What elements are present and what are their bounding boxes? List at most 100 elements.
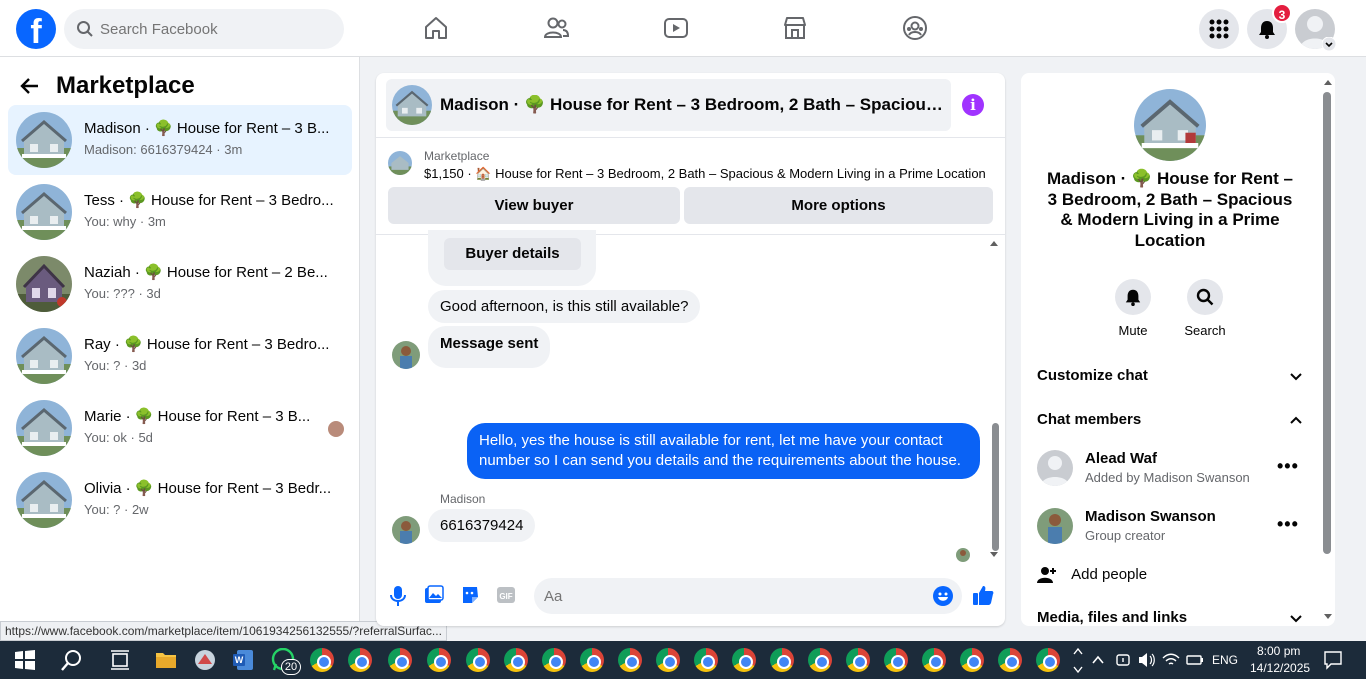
- chrome-icon[interactable]: [770, 648, 794, 672]
- windows-start-icon[interactable]: [13, 648, 37, 672]
- chrome-icon[interactable]: [466, 648, 490, 672]
- conversation-title: Tess · 🌳 House for Rent – 3 Bedro...: [84, 192, 334, 209]
- clock-time[interactable]: 8:00 pm: [1257, 644, 1300, 658]
- media-files-row[interactable]: Media, files and links: [1037, 609, 1303, 626]
- conversation-item[interactable]: Madison · 🌳 House for Rent – 3 B... Madi…: [8, 105, 352, 175]
- tray-chevron-up-icon[interactable]: [1091, 653, 1105, 667]
- chrome-icon[interactable]: [504, 648, 528, 672]
- taskbar-scroll-icon[interactable]: [1072, 645, 1084, 675]
- chevron-down-icon[interactable]: [1322, 37, 1336, 51]
- chrome-icon[interactable]: [808, 648, 832, 672]
- chrome-icon[interactable]: [542, 648, 566, 672]
- emoji-icon[interactable]: [933, 586, 953, 606]
- photo-icon[interactable]: [424, 585, 444, 605]
- view-buyer-button[interactable]: View buyer: [388, 187, 680, 224]
- scroll-up-icon[interactable]: [989, 239, 999, 247]
- groups-icon[interactable]: [901, 14, 929, 42]
- scroll-down-icon[interactable]: [989, 551, 999, 559]
- file-explorer-icon[interactable]: [154, 648, 178, 672]
- member-role: Group creator: [1085, 528, 1166, 543]
- info-icon[interactable]: i: [962, 94, 984, 116]
- volume-icon[interactable]: [1138, 652, 1156, 668]
- marketplace-label: Marketplace: [424, 149, 490, 163]
- more-options-button[interactable]: More options: [684, 187, 993, 224]
- mute-label: Mute: [1118, 323, 1148, 338]
- scroll-up-icon[interactable]: [1323, 78, 1333, 86]
- menu-button[interactable]: [1199, 9, 1239, 49]
- seen-avatar: [956, 548, 970, 562]
- member-item[interactable]: Madison Swanson Group creator •••: [1037, 508, 1307, 548]
- chrome-icon[interactable]: [310, 648, 334, 672]
- chrome-icon[interactable]: [732, 648, 756, 672]
- member-item[interactable]: Alead Waf Added by Madison Swanson •••: [1037, 450, 1307, 490]
- microphone-icon[interactable]: [390, 585, 406, 607]
- back-arrow-icon[interactable]: [20, 76, 40, 96]
- message-input[interactable]: [534, 578, 962, 614]
- chat-header[interactable]: Madison · 🌳 House for Rent – 3 Bedroom, …: [386, 79, 951, 131]
- app-icon[interactable]: [193, 648, 217, 672]
- chrome-icon[interactable]: [846, 648, 870, 672]
- details-scrollbar[interactable]: [1323, 92, 1331, 554]
- notification-center-icon[interactable]: [1323, 650, 1343, 670]
- listing-thumbnail: [16, 400, 72, 456]
- conversation-item[interactable]: Tess · 🌳 House for Rent – 3 Bedro... You…: [8, 177, 352, 247]
- conversation-item[interactable]: Ray · 🌳 House for Rent – 3 Bedro... You:…: [8, 321, 352, 391]
- chrome-icon[interactable]: [998, 648, 1022, 672]
- chrome-icon[interactable]: [388, 648, 412, 672]
- word-icon[interactable]: W: [231, 648, 255, 672]
- task-view-icon[interactable]: [108, 648, 132, 672]
- chrome-icon[interactable]: [656, 648, 680, 672]
- chrome-icon[interactable]: [618, 648, 642, 672]
- chrome-icon[interactable]: [884, 648, 908, 672]
- home-icon[interactable]: [422, 14, 450, 42]
- friends-icon[interactable]: [542, 14, 570, 42]
- chrome-icon[interactable]: [694, 648, 718, 672]
- listing-thumbnail: [16, 112, 72, 168]
- listing-price-title[interactable]: $1,150 · 🏠 House for Rent – 3 Bedroom, 2…: [424, 166, 986, 182]
- chevron-down-icon: [1290, 373, 1302, 381]
- windows-taskbar: W 20 ENG 8:00 pm 14/12/2025: [0, 641, 1366, 679]
- customize-chat-row[interactable]: Customize chat: [1037, 367, 1303, 384]
- like-icon[interactable]: [972, 584, 994, 606]
- chrome-icon[interactable]: [922, 648, 946, 672]
- battery-icon[interactable]: [1186, 652, 1204, 668]
- listing-thumbnail: [16, 328, 72, 384]
- add-people-label: Add people: [1071, 565, 1148, 583]
- chrome-icon[interactable]: [1036, 648, 1060, 672]
- more-options-icon[interactable]: •••: [1277, 456, 1299, 477]
- network-status-icon[interactable]: [1114, 652, 1132, 668]
- marketplace-icon[interactable]: [781, 14, 809, 42]
- language-indicator[interactable]: ENG: [1212, 653, 1238, 667]
- search-icon[interactable]: [60, 648, 84, 672]
- bell-icon: [1259, 21, 1275, 39]
- buyer-details-button[interactable]: Buyer details: [444, 238, 581, 270]
- chat-scrollbar[interactable]: [992, 423, 999, 551]
- conversation-item[interactable]: Naziah · 🌳 House for Rent – 2 Be... You:…: [8, 249, 352, 319]
- page-scrollbar[interactable]: [1352, 57, 1366, 641]
- search-box[interactable]: [64, 9, 344, 49]
- member-avatar: [1037, 450, 1073, 486]
- conversation-title: Marie · 🌳 House for Rent – 3 B...: [84, 408, 311, 425]
- conversation-item[interactable]: Olivia · 🌳 House for Rent – 3 Bedr... Yo…: [8, 465, 352, 535]
- chrome-icon[interactable]: [960, 648, 984, 672]
- conversation-item[interactable]: Marie · 🌳 House for Rent – 3 B... You: o…: [8, 393, 352, 463]
- search-action[interactable]: Search: [1175, 279, 1235, 338]
- message-composer: GIF: [376, 573, 1005, 619]
- sticker-icon[interactable]: [460, 585, 480, 605]
- scroll-down-icon[interactable]: [1323, 613, 1333, 621]
- wifi-icon[interactable]: [1162, 652, 1180, 668]
- more-options-icon[interactable]: •••: [1277, 514, 1299, 535]
- gif-icon[interactable]: GIF: [496, 585, 516, 605]
- add-people-row[interactable]: Add people: [1037, 565, 1303, 585]
- sender-name: Madison: [440, 492, 486, 506]
- mute-action[interactable]: Mute: [1103, 279, 1163, 338]
- chrome-icon[interactable]: [580, 648, 604, 672]
- search-label: Search: [1184, 323, 1226, 338]
- chat-members-row[interactable]: Chat members: [1037, 411, 1303, 428]
- clock-date[interactable]: 14/12/2025: [1250, 661, 1310, 675]
- facebook-logo[interactable]: f: [16, 9, 56, 49]
- chrome-icon[interactable]: [348, 648, 372, 672]
- watch-icon[interactable]: [662, 14, 690, 42]
- chrome-icon[interactable]: [427, 648, 451, 672]
- search-input[interactable]: [100, 9, 330, 49]
